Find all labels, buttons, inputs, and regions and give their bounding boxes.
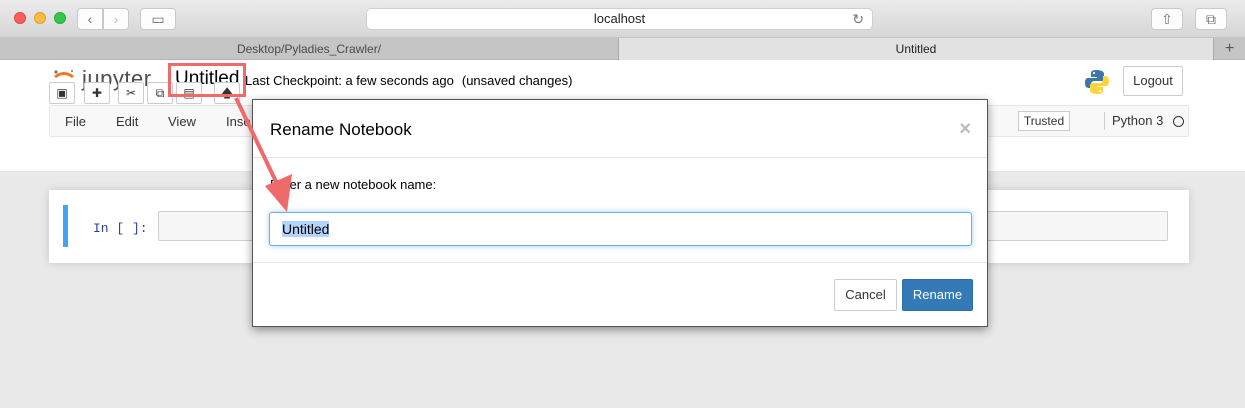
checkpoint-status: Last Checkpoint: a few seconds ago (unsav… [245, 73, 572, 88]
minimize-window-button[interactable] [34, 12, 46, 24]
dialog-footer: Cancel Rename [253, 262, 987, 328]
share-icon[interactable]: ⇧ [1151, 8, 1183, 30]
sidebar-toggle-icon[interactable]: ▭ [140, 8, 176, 30]
tab-desktop-pyladies[interactable]: Desktop/Pyladies_Crawler/ [0, 38, 619, 60]
new-tab-button[interactable]: + [1213, 38, 1245, 60]
kernel-name: Python 3 [1112, 113, 1164, 128]
cancel-button[interactable]: Cancel [834, 279, 897, 311]
show-tabs-icon[interactable]: ⧉ [1195, 8, 1227, 30]
tab-untitled[interactable]: Untitled [619, 38, 1213, 60]
save-icon[interactable]: ▣ [49, 82, 75, 104]
menu-insert[interactable]: Inse [226, 114, 251, 129]
notebook-name-label: Enter a new notebook name: [270, 177, 437, 192]
notebook-name-input[interactable]: Untitled [269, 212, 972, 246]
logout-button[interactable]: Logout [1123, 66, 1183, 96]
browser-titlebar: ‹ › ▭ localhost ↻ ⇧ ⧉ [0, 0, 1245, 38]
python-logo-icon [1085, 70, 1109, 94]
close-window-button[interactable] [14, 12, 26, 24]
checkpoint-text: Last Checkpoint: a few seconds ago [245, 73, 454, 88]
trusted-badge[interactable]: Trusted [1018, 111, 1070, 131]
dialog-header: Rename Notebook × [253, 100, 987, 158]
menu-view[interactable]: View [168, 114, 196, 129]
cell-prompt: In [ ]: [93, 221, 148, 236]
cut-icon[interactable]: ✂ [118, 82, 144, 104]
title-annotation-box [168, 63, 246, 97]
zoom-window-button[interactable] [54, 12, 66, 24]
kernel-idle-icon [1173, 116, 1184, 127]
tab-bar: Desktop/Pyladies_Crawler/ Untitled + [0, 38, 1245, 60]
close-icon[interactable]: × [959, 118, 971, 141]
notebook-name-value: Untitled [282, 221, 330, 237]
menu-edit[interactable]: Edit [116, 114, 138, 129]
reload-icon[interactable]: ↻ [852, 9, 864, 29]
forward-icon[interactable]: › [103, 8, 129, 30]
plus-icon[interactable]: ✚ [84, 82, 110, 104]
kernel-divider [1104, 112, 1105, 130]
url-text: localhost [593, 11, 646, 26]
dialog-title: Rename Notebook [270, 120, 412, 139]
menu-file[interactable]: File [65, 114, 86, 129]
url-bar[interactable]: localhost ↻ [366, 8, 873, 30]
rename-button[interactable]: Rename [902, 279, 973, 311]
back-icon[interactable]: ‹ [77, 8, 103, 30]
cell-selection-indicator [63, 205, 68, 247]
rename-notebook-dialog: Rename Notebook × Enter a new notebook n… [252, 99, 988, 327]
unsaved-changes: (unsaved changes) [461, 73, 573, 88]
